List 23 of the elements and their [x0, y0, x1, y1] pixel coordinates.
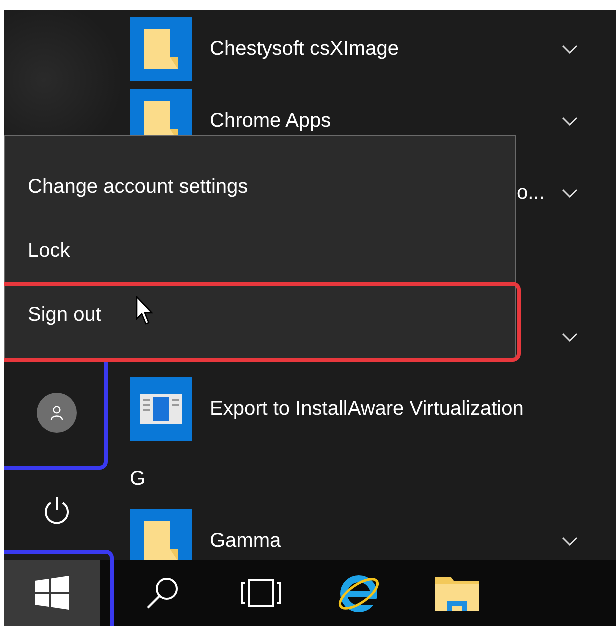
cursor-icon: [136, 296, 156, 326]
windows-logo-icon: [35, 576, 69, 610]
app-name[interactable]: Chrome Apps: [210, 110, 332, 132]
menu-item[interactable]: Sign out: [28, 304, 102, 326]
chevron-down-icon[interactable]: [562, 536, 578, 546]
power-icon[interactable]: [42, 495, 72, 527]
chevron-down-icon[interactable]: [562, 44, 578, 54]
menu-item[interactable]: Lock: [28, 240, 70, 262]
app-name[interactable]: Export to InstallAware Virtualization: [210, 398, 524, 420]
chevron-down-icon[interactable]: [562, 116, 578, 126]
start-button[interactable]: [4, 560, 100, 626]
search-icon[interactable]: [146, 576, 180, 610]
menu-item[interactable]: Change account settings: [28, 176, 248, 198]
app-name[interactable]: o...: [517, 182, 545, 204]
chevron-down-icon[interactable]: [562, 188, 578, 198]
app-window-icon[interactable]: [130, 377, 192, 441]
user-avatar-icon[interactable]: [37, 392, 77, 432]
folder-icon[interactable]: [435, 575, 479, 611]
group-letter[interactable]: G: [130, 468, 146, 490]
app-name[interactable]: Gamma: [210, 530, 282, 552]
chevron-down-icon[interactable]: [562, 332, 578, 342]
app-name[interactable]: Chestysoft csXImage: [210, 38, 399, 60]
task-view-icon[interactable]: [240, 578, 282, 608]
